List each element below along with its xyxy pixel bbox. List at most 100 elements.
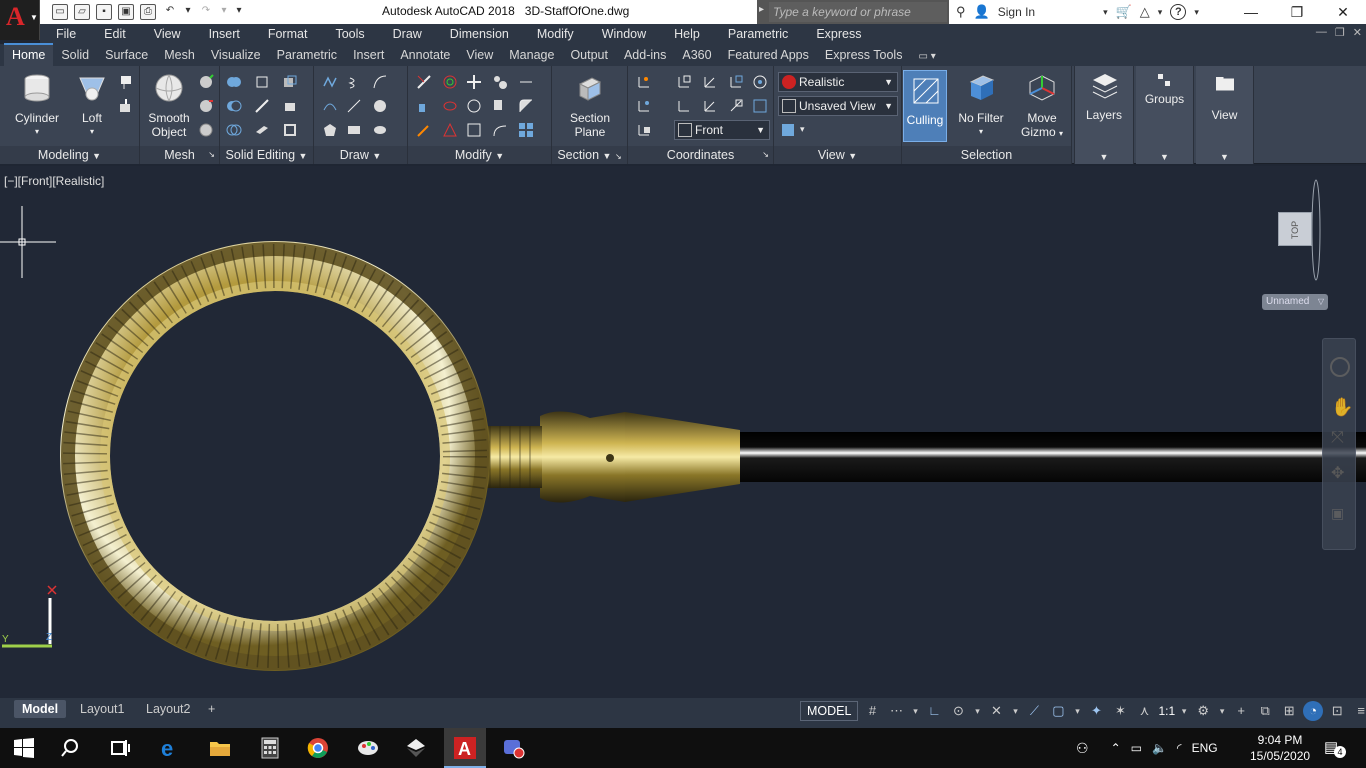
annotation-scale-dropdown-icon[interactable]: ▾ (1179, 701, 1189, 721)
steering-wheel-icon[interactable] (1330, 357, 1350, 377)
annotation-monitor-icon[interactable]: + (1231, 701, 1251, 721)
paint-app-icon[interactable] (356, 736, 380, 760)
panel-modeling-title[interactable]: Modeling ▼ (0, 146, 139, 164)
tab-a360[interactable]: A360 (674, 45, 719, 66)
offset-icon[interactable] (492, 122, 508, 138)
menu-insert[interactable]: Insert (193, 27, 252, 41)
tab-output[interactable]: Output (562, 45, 616, 66)
calculator-icon[interactable] (258, 736, 282, 760)
ucs-view-icon[interactable] (752, 74, 768, 90)
ucs-x-icon[interactable] (702, 74, 718, 90)
tab-express-tools[interactable]: Express Tools (817, 45, 911, 66)
ucs-icon[interactable] (636, 74, 652, 90)
people-icon[interactable]: ⚇ (1076, 740, 1089, 757)
customize-qat-icon[interactable]: ▾ (234, 4, 244, 20)
search-icon[interactable] (60, 736, 84, 760)
tab-solid[interactable]: Solid (53, 45, 97, 66)
panel-section-title[interactable]: Section ▼ ↘ (552, 146, 627, 164)
ucs-z-icon[interactable] (728, 74, 744, 90)
polar-icon[interactable]: ⊙ (948, 701, 968, 721)
3d-app-icon[interactable] (404, 736, 428, 760)
volume-icon[interactable]: 🔈 (1152, 741, 1167, 755)
graphics-performance-icon[interactable]: ◔ (1303, 701, 1324, 721)
viewport-controls-label[interactable]: [−][Front][Realistic] (4, 174, 104, 188)
thicken-icon[interactable] (254, 122, 270, 138)
menu-parametric[interactable]: Parametric (712, 27, 800, 41)
annotation-visibility-icon[interactable]: ✶ (1110, 701, 1130, 721)
groups-label[interactable]: Groups (1136, 92, 1193, 106)
zoom-icon[interactable]: ⤧ (1331, 429, 1344, 447)
menu-tools[interactable]: Tools (319, 27, 376, 41)
sign-in-button[interactable]: Sign In (998, 5, 1035, 19)
orbit-icon[interactable]: ✥ (1331, 463, 1344, 483)
panel-selection-title[interactable]: Selection (902, 146, 1071, 164)
ucs-object-icon[interactable] (636, 98, 652, 114)
task-view-icon[interactable] (108, 736, 132, 760)
clock[interactable]: 9:04 PM 15/05/2020 (1250, 732, 1310, 764)
staff-3d-model[interactable] (60, 236, 1366, 676)
helix-icon[interactable] (346, 74, 362, 90)
menu-format[interactable]: Format (252, 27, 320, 41)
selection-cycling-icon[interactable]: ▢ (1048, 701, 1068, 721)
edge-browser-icon[interactable]: e (158, 736, 182, 760)
tab-home[interactable]: Home (4, 43, 54, 66)
sign-in-dropdown-icon[interactable]: ▾ (1103, 7, 1108, 18)
lineweight-icon[interactable]: ⟋ (1024, 701, 1044, 721)
line-icon[interactable] (346, 98, 362, 114)
file-explorer-icon[interactable] (208, 736, 232, 760)
polar-dropdown-icon[interactable]: ▾ (972, 701, 982, 721)
annotation-scale-value[interactable]: 1:1 (1158, 704, 1175, 718)
help-dropdown-icon[interactable]: ▾ (1194, 7, 1199, 18)
extrude-faces-icon[interactable] (282, 98, 298, 114)
ucs-origin-icon[interactable] (676, 98, 692, 114)
rectangle-icon[interactable] (346, 122, 362, 138)
panel-draw-title[interactable]: Draw ▼ (314, 146, 407, 164)
union-icon[interactable] (226, 74, 242, 90)
doc-restore-icon[interactable]: ❐ (1335, 26, 1345, 39)
ucs-world-icon[interactable] (676, 74, 692, 90)
units-icon[interactable]: ⧉ (1255, 701, 1275, 721)
array-icon[interactable] (416, 122, 432, 138)
slice-icon[interactable] (254, 98, 270, 114)
tab-parametric[interactable]: Parametric (269, 45, 345, 66)
presspull-icon[interactable] (118, 98, 134, 114)
subtract-icon[interactable] (226, 98, 242, 114)
3d-mirror-icon[interactable] (442, 98, 458, 114)
polyline-icon[interactable] (322, 74, 338, 90)
model-space-toggle[interactable]: MODEL (800, 701, 859, 721)
annotation-scale-icon[interactable]: ⋏ (1134, 701, 1154, 721)
doc-close-icon[interactable]: ✕ (1353, 26, 1362, 39)
drawing-viewport[interactable]: [−][Front][Realistic] Z Y TOP Unnamed ▽ … (0, 166, 1366, 698)
tab-model[interactable]: Model (14, 700, 67, 718)
groups-expand-icon[interactable]: ▼ (1136, 152, 1193, 162)
ucs-y-icon[interactable] (702, 98, 718, 114)
rotate-icon[interactable] (466, 98, 482, 114)
separate-icon[interactable] (282, 74, 298, 90)
doc-minimize-icon[interactable]: — (1316, 26, 1327, 39)
arc-icon[interactable] (372, 74, 388, 90)
save-icon[interactable]: ▪ (96, 4, 112, 20)
layers-label[interactable]: Layers (1075, 108, 1133, 122)
windows-start-icon[interactable] (12, 736, 36, 760)
intersect-icon[interactable] (226, 122, 242, 138)
culling-button[interactable]: Culling (903, 70, 947, 142)
3d-align-icon[interactable] (518, 74, 534, 90)
stretch-icon[interactable] (416, 98, 432, 114)
menu-file[interactable]: File (40, 27, 88, 41)
screen-recorder-icon[interactable] (502, 736, 526, 760)
menu-dimension[interactable]: Dimension (434, 27, 521, 41)
workspace-dropdown-icon[interactable]: ▾ (1217, 701, 1227, 721)
fillet-icon[interactable] (518, 98, 534, 114)
circle-icon[interactable] (372, 98, 388, 114)
open-icon[interactable]: ▱ (74, 4, 90, 20)
clean-screen-icon[interactable]: ⊡ (1327, 701, 1347, 721)
loft-button[interactable]: Loft ▾ (70, 72, 114, 139)
grid-icon[interactable]: # (862, 701, 882, 721)
language-indicator[interactable]: ENG (1192, 741, 1218, 755)
ucs-3point-icon[interactable] (728, 98, 744, 114)
3d-array-icon[interactable] (442, 122, 458, 138)
shell-icon[interactable] (282, 122, 298, 138)
exchange-apps-icon[interactable]: △ (1140, 4, 1150, 20)
redo-icon[interactable]: ↷ (198, 4, 214, 20)
snap-icon[interactable]: ⋯ (886, 701, 906, 721)
